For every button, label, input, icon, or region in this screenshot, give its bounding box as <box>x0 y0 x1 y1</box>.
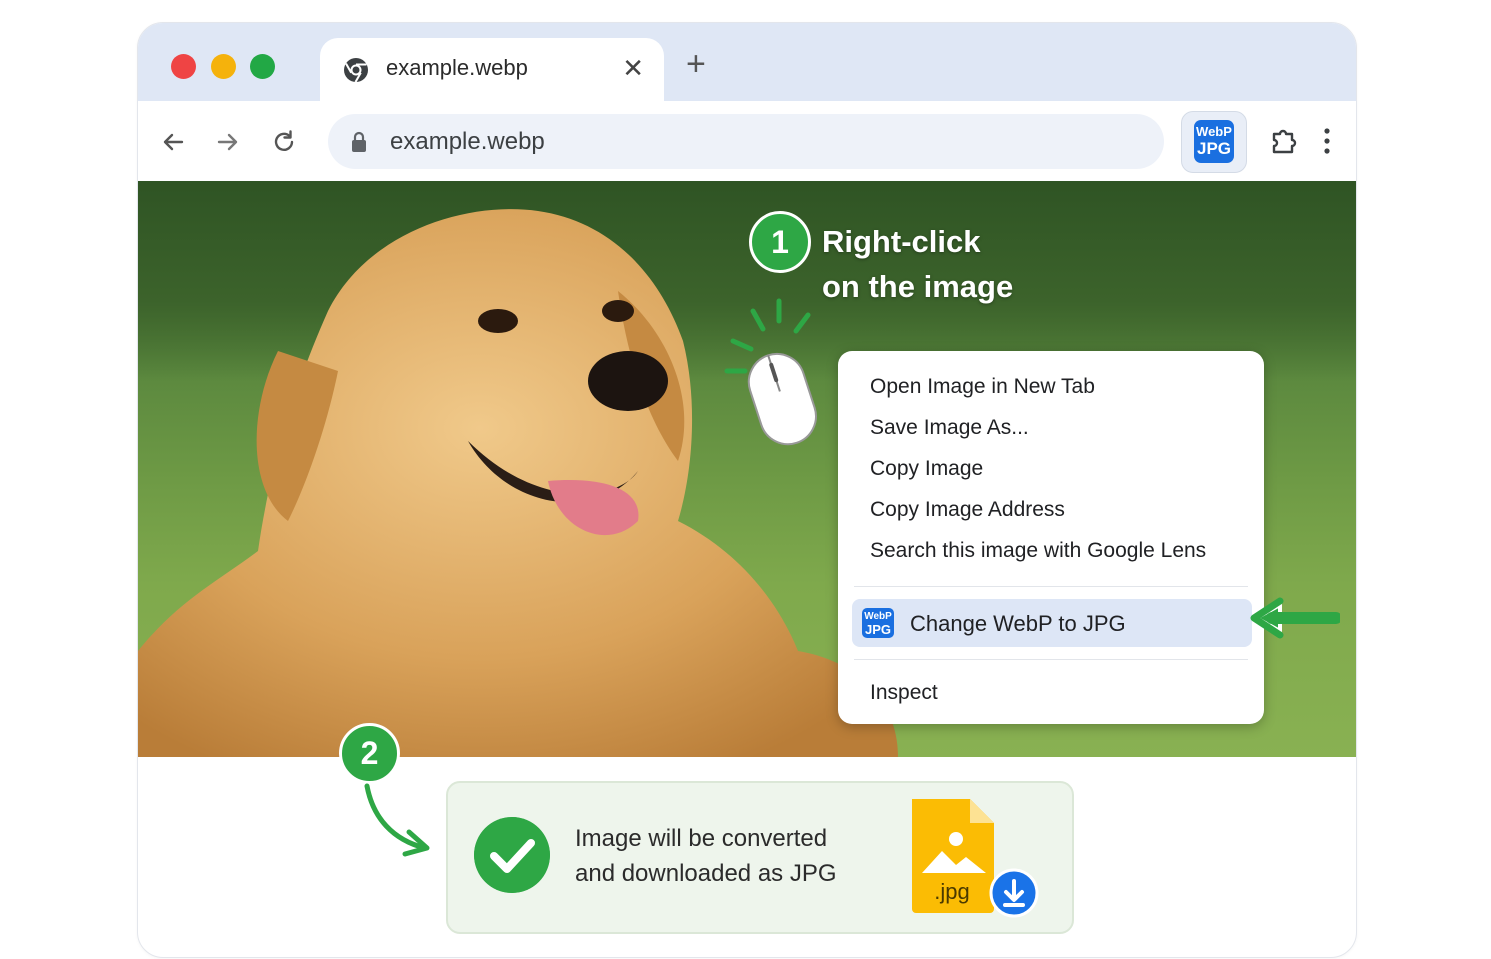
context-menu: Open Image in New Tab Save Image As... C… <box>838 351 1264 724</box>
notice-line1: Image will be converted <box>575 825 828 852</box>
reload-icon[interactable] <box>269 127 299 157</box>
more-menu-icon[interactable] <box>1320 126 1334 156</box>
maximize-window-button[interactable] <box>250 54 275 79</box>
menu-icon-line2: JPG <box>864 622 891 637</box>
toolbar: example.webp WebP JPG <box>138 101 1356 181</box>
url-text: example.webp <box>390 128 545 155</box>
chrome-icon <box>344 58 368 83</box>
step-1-line1: Right-click <box>822 224 981 259</box>
address-bar[interactable]: example.webp <box>328 114 1164 169</box>
step-1-line2: on the image <box>822 269 1014 304</box>
menu-item-inspect[interactable]: Inspect <box>870 681 938 705</box>
menu-item-open-image-new-tab[interactable]: Open Image in New Tab <box>870 375 1095 399</box>
minimize-window-button[interactable] <box>211 54 236 79</box>
forward-arrow-icon[interactable] <box>213 127 243 157</box>
lock-icon <box>352 131 366 152</box>
extension-logo-line2: JPG <box>1196 139 1232 158</box>
menu-separator <box>854 586 1248 587</box>
menu-item-change-webp-to-jpg[interactable]: WebP JPG Change WebP to JPG <box>852 599 1252 647</box>
menu-item-copy-image-address[interactable]: Copy Image Address <box>870 498 1065 522</box>
mouse-click-icon <box>724 298 817 446</box>
menu-item-save-image-as[interactable]: Save Image As... <box>870 416 1029 440</box>
webpage-image-area[interactable]: 1 Right-click on the image Open Image in… <box>138 181 1356 757</box>
notice-line2: and downloaded as JPG <box>575 860 837 887</box>
tab-strip: example.webp ✕ + <box>138 23 1356 101</box>
menu-separator <box>854 659 1248 660</box>
step-1-badge: 1 <box>749 211 811 273</box>
curved-arrow-icon <box>364 783 430 857</box>
check-circle-icon <box>474 817 550 893</box>
webp-jpg-extension-icon: WebP JPG <box>862 608 894 638</box>
new-tab-button[interactable]: + <box>686 47 706 81</box>
menu-item-search-google-lens[interactable]: Search this image with Google Lens <box>870 539 1206 563</box>
webp-jpg-extension-icon: WebP JPG <box>1194 120 1234 163</box>
webp-to-jpg-extension-button[interactable]: WebP JPG <box>1181 111 1247 173</box>
jpg-file-extension: .jpg <box>934 879 969 904</box>
step-1-instruction: Right-click on the image <box>822 219 1013 309</box>
tab-title: example.webp <box>386 55 528 80</box>
step-2-badge: 2 <box>339 723 400 784</box>
notice-message: Image will be converted and downloaded a… <box>575 821 837 891</box>
jpg-file-download-icon: .jpg <box>912 799 1039 918</box>
browser-window: example.webp ✕ + example.webp WebP JPG 1… <box>137 22 1357 958</box>
close-window-button[interactable] <box>171 54 196 79</box>
menu-icon-line1: WebP <box>864 611 892 622</box>
back-arrow-icon[interactable] <box>158 127 188 157</box>
pointer-arrow-icon <box>1250 597 1340 639</box>
extension-logo-line1: WebP <box>1196 124 1232 139</box>
tab-example-webp[interactable]: example.webp ✕ <box>320 38 664 101</box>
change-webp-to-jpg-label: Change WebP to JPG <box>910 611 1126 636</box>
extensions-puzzle-icon[interactable] <box>1268 125 1300 157</box>
conversion-notice: Image will be converted and downloaded a… <box>446 781 1074 934</box>
close-tab-icon[interactable]: ✕ <box>622 53 644 84</box>
menu-item-copy-image[interactable]: Copy Image <box>870 457 983 481</box>
